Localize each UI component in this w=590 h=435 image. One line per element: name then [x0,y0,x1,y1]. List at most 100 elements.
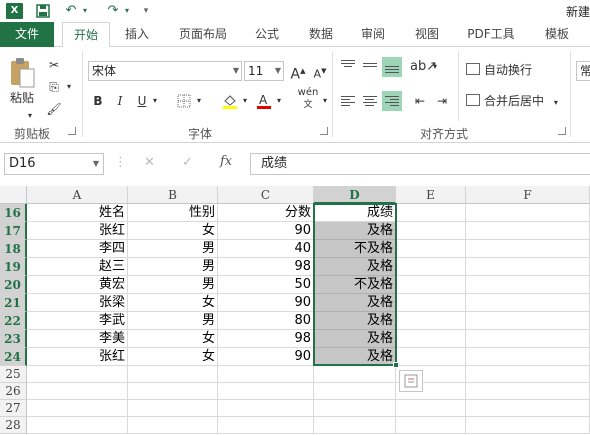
cell-e16[interactable] [396,204,466,222]
underline-dropdown-icon[interactable]: ▾ [150,91,160,111]
chevron-down-icon[interactable]: ▼ [93,154,99,174]
cell-c18[interactable]: 40 [218,240,314,258]
formula-input[interactable]: 成绩 [250,153,590,175]
cell-b19[interactable]: 男 [128,258,218,276]
italic-button[interactable]: I [110,91,130,111]
column-header-e[interactable]: E [396,186,466,204]
merge-center-button[interactable]: 合并后居中 ▾ [466,92,558,112]
cell-c16[interactable]: 分数 [218,204,314,222]
align-top-icon[interactable] [338,57,358,77]
cell-d25[interactable] [314,366,396,383]
copy-icon[interactable]: ⎘ [44,77,64,97]
cell-b20[interactable]: 男 [128,276,218,294]
cell-a27[interactable] [27,400,128,417]
cell-b17[interactable]: 女 [128,222,218,240]
cell-c26[interactable] [218,383,314,400]
cell-a23[interactable]: 李美 [27,330,128,348]
row-header[interactable]: 25 [0,366,27,383]
cell-e27[interactable] [396,400,466,417]
tab-page-layout[interactable]: 页面布局 [168,22,238,47]
row-header[interactable]: 20 [0,276,27,294]
select-all-corner[interactable] [0,186,27,204]
row-header[interactable]: 28 [0,417,27,434]
column-header-f[interactable]: F [466,186,590,204]
clipboard-launcher-icon[interactable] [68,127,76,135]
tab-insert[interactable]: 插入 [112,22,162,47]
cell-c21[interactable]: 90 [218,294,314,312]
cell-a26[interactable] [27,383,128,400]
cell-d19[interactable]: 及格 [314,258,396,276]
cell-e20[interactable] [396,276,466,294]
paste-icon[interactable] [8,55,38,91]
borders-icon[interactable] [174,91,194,111]
cell-d21[interactable]: 及格 [314,294,396,312]
orientation-icon[interactable]: ab↗ [410,57,437,77]
cell-a21[interactable]: 张梁 [27,294,128,312]
tab-review[interactable]: 审阅 [350,22,396,47]
cell-f25[interactable] [466,366,590,383]
column-header-a[interactable]: A [27,186,128,204]
column-header-c[interactable]: C [218,186,314,204]
cell-e19[interactable] [396,258,466,276]
cell-a24[interactable]: 张红 [27,348,128,366]
tab-view[interactable]: 视图 [402,22,452,47]
align-bottom-icon[interactable] [382,57,402,77]
cell-d27[interactable] [314,400,396,417]
row-header[interactable]: 26 [0,383,27,400]
cell-b24[interactable]: 女 [128,348,218,366]
cell-a22[interactable]: 李武 [27,312,128,330]
tab-data[interactable]: 数据 [296,22,346,47]
font-name-combo[interactable]: 宋体 ▼ [88,61,242,81]
font-size-combo[interactable]: 11 ▼ [244,61,284,81]
decrease-indent-icon[interactable]: ⇤ [410,91,430,111]
cancel-icon[interactable]: ✕ [144,155,155,170]
cell-d20[interactable]: 不及格 [314,276,396,294]
cell-c22[interactable]: 80 [218,312,314,330]
redo-icon[interactable]: ↷ [104,3,122,19]
cell-f28[interactable] [466,417,590,434]
cut-icon[interactable]: ✂ [44,55,64,75]
fill-handle[interactable] [393,362,399,368]
cell-d24[interactable]: 及格 [314,348,396,366]
row-header[interactable]: 21 [0,294,27,312]
cell-a28[interactable] [27,417,128,434]
cell-b18[interactable]: 男 [128,240,218,258]
font-color-dropdown-icon[interactable]: ▾ [274,91,284,111]
tab-templates[interactable]: 模板 [532,22,582,47]
row-header[interactable]: 23 [0,330,27,348]
cell-a20[interactable]: 黄宏 [27,276,128,294]
cell-a18[interactable]: 李四 [27,240,128,258]
row-header[interactable]: 27 [0,400,27,417]
tab-pdf-tools[interactable]: PDF工具 [456,22,526,47]
cell-e17[interactable] [396,222,466,240]
cell-e22[interactable] [396,312,466,330]
number-format-combo[interactable]: 常 [576,61,590,81]
cell-e23[interactable] [396,330,466,348]
tab-formulas[interactable]: 公式 [244,22,290,47]
cell-b27[interactable] [128,400,218,417]
customize-toolbar-icon[interactable]: ▾ [140,3,152,19]
save-icon[interactable] [34,3,52,19]
cell-e24[interactable] [396,348,466,366]
cell-f21[interactable] [466,294,590,312]
format-painter-icon[interactable]: 🖌 [44,99,64,119]
cell-f27[interactable] [466,400,590,417]
cell-c20[interactable]: 50 [218,276,314,294]
cell-a16[interactable]: 姓名 [27,204,128,222]
cell-f24[interactable] [466,348,590,366]
cell-c23[interactable]: 98 [218,330,314,348]
undo-dropdown-icon[interactable]: ▾ [80,3,90,19]
increase-indent-icon[interactable]: ⇥ [432,91,452,111]
phonetic-guide-icon[interactable]: wén 文 [296,87,320,110]
cell-d18[interactable]: 不及格 [314,240,396,258]
cell-a25[interactable] [27,366,128,383]
bold-button[interactable]: B [88,91,108,111]
quick-analysis-button[interactable] [399,370,423,392]
cell-f19[interactable] [466,258,590,276]
cell-d16[interactable]: 成绩 [314,204,396,222]
row-header[interactable]: 17 [0,222,27,240]
cell-d23[interactable]: 及格 [314,330,396,348]
font-launcher-icon[interactable] [320,127,328,135]
orientation-dropdown-icon[interactable]: ▾ [430,57,440,77]
cell-a19[interactable]: 赵三 [27,258,128,276]
